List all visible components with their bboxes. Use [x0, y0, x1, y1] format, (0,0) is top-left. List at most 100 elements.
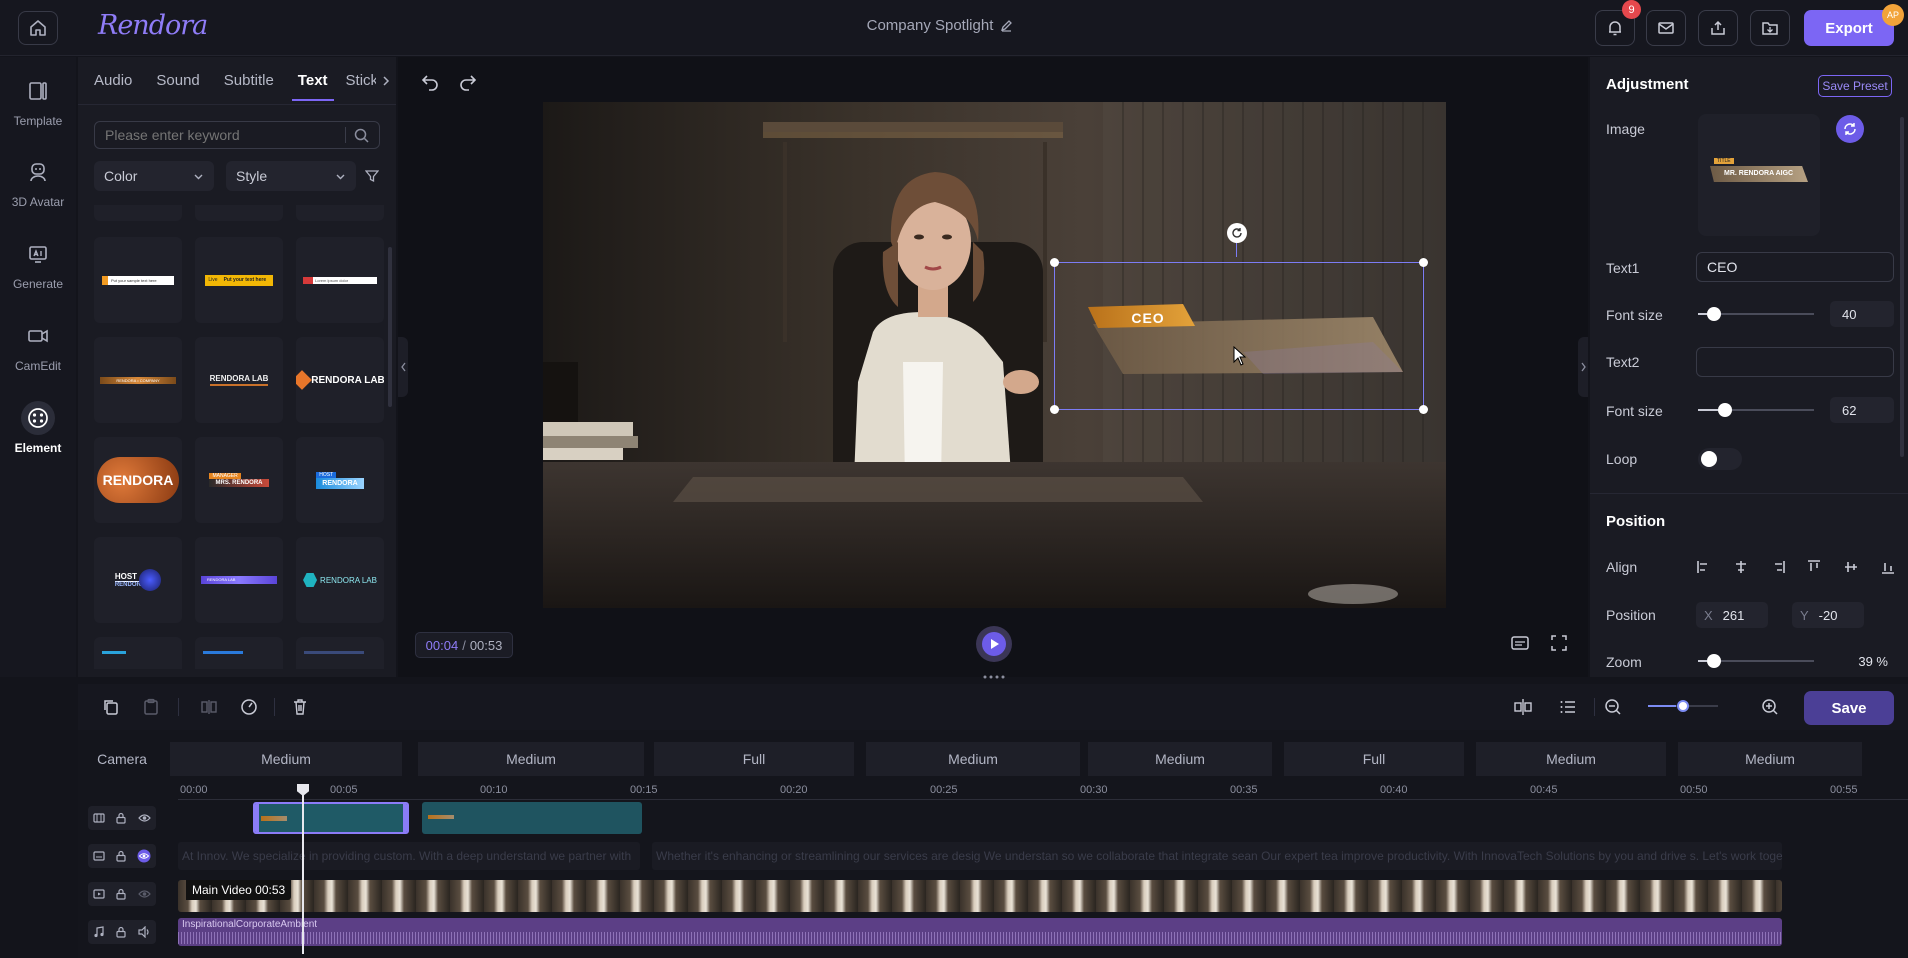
camera-shot[interactable]: Medium	[1088, 742, 1272, 776]
image-thumbnail[interactable]: TITLE MR. RENDORA AIGC	[1698, 114, 1820, 236]
text1-input[interactable]: CEO	[1696, 252, 1894, 282]
template-thumb-partial[interactable]	[195, 205, 283, 221]
resize-handle[interactable]	[1419, 258, 1428, 267]
snap-button[interactable]	[1508, 692, 1538, 722]
zoom-value[interactable]: 39 %	[1830, 649, 1894, 673]
messages-button[interactable]	[1646, 10, 1686, 46]
font-size2-value[interactable]: 62	[1830, 397, 1894, 423]
template-thumb[interactable]: RENDORA • COMPANY	[94, 337, 182, 423]
home-button[interactable]	[18, 11, 58, 45]
position-x-field[interactable]: X 261	[1696, 602, 1768, 628]
element-clip[interactable]	[422, 802, 642, 834]
share-button[interactable]	[1698, 10, 1738, 46]
rail-item-element[interactable]: Element	[0, 392, 76, 464]
template-thumb[interactable]: RENDORA LAB	[195, 337, 283, 423]
font-size1-value[interactable]: 40	[1830, 301, 1894, 327]
lock-icon[interactable]	[115, 926, 127, 938]
slider-knob[interactable]	[1717, 403, 1732, 417]
camera-shot[interactable]: Full	[654, 742, 854, 776]
template-thumb[interactable]: Live Put your text here	[195, 237, 283, 323]
element-clip-selected[interactable]	[253, 802, 409, 834]
project-title[interactable]: Company Spotlight	[780, 17, 1100, 34]
user-avatar[interactable]: AP	[1882, 4, 1904, 26]
font-size2-slider[interactable]	[1698, 402, 1814, 418]
time-ruler[interactable]: 00:00 00:05 00:10 00:15 00:20 00:25 00:3…	[178, 784, 1908, 800]
rail-item-3d-avatar[interactable]: 3D Avatar	[0, 146, 76, 218]
delete-button[interactable]	[285, 692, 315, 722]
camera-shot[interactable]: Medium	[170, 742, 402, 776]
collapse-left-handle[interactable]	[398, 337, 408, 397]
zoom-in-button[interactable]	[1755, 692, 1785, 722]
camera-shot[interactable]: Medium	[866, 742, 1080, 776]
export-button[interactable]: Export	[1804, 10, 1894, 46]
save-to-folder-button[interactable]	[1750, 10, 1790, 46]
align-right-icon[interactable]	[1770, 559, 1786, 575]
template-thumb[interactable]: RENDORA LAB	[195, 537, 283, 623]
rail-item-camedit[interactable]: CamEdit	[0, 310, 76, 382]
slider-knob[interactable]	[1677, 700, 1689, 712]
collapse-right-handle[interactable]	[1578, 337, 1588, 397]
camera-shot[interactable]: Full	[1284, 742, 1464, 776]
subtitle-clip[interactable]: Whether it's enhancing or streamlining o…	[652, 842, 1782, 870]
template-thumb-partial[interactable]	[195, 637, 283, 669]
resize-handle[interactable]	[1050, 405, 1059, 414]
color-filter-select[interactable]: Color	[94, 161, 214, 191]
template-thumb-partial[interactable]	[296, 205, 384, 221]
resize-grip-icon[interactable]	[983, 675, 1005, 679]
volume-icon[interactable]	[138, 926, 151, 938]
slider-knob[interactable]	[1707, 654, 1722, 668]
template-thumb[interactable]: Put your sample text here	[94, 237, 182, 323]
library-scrollbar[interactable]	[388, 247, 392, 407]
chevron-right-icon[interactable]	[380, 75, 392, 87]
template-thumb[interactable]: Lorem ipsum dolor	[296, 237, 384, 323]
timeline-zoom-slider[interactable]	[1648, 698, 1718, 714]
rotate-handle[interactable]	[1227, 223, 1247, 243]
font-size1-slider[interactable]	[1698, 306, 1814, 322]
tab-sticker[interactable]: Stick	[340, 57, 376, 105]
camera-shot[interactable]: Medium	[418, 742, 644, 776]
align-bottom-icon[interactable]	[1880, 559, 1896, 575]
template-thumb-partial[interactable]	[296, 637, 384, 669]
captions-icon[interactable]	[1510, 634, 1530, 652]
template-thumb[interactable]: RENDORA LAB	[296, 337, 384, 423]
camera-shot[interactable]: Medium	[1678, 742, 1862, 776]
align-middle-vertical-icon[interactable]	[1843, 559, 1859, 575]
tab-subtitle[interactable]: Subtitle	[212, 57, 286, 105]
filter-icon[interactable]	[365, 169, 379, 183]
camera-shot[interactable]: Medium	[1476, 742, 1666, 776]
align-top-icon[interactable]	[1806, 559, 1822, 575]
rail-item-template[interactable]: Template	[0, 65, 76, 137]
subtitle-clip[interactable]: At Innov. We specialize in providing cus…	[178, 842, 640, 870]
selection-box[interactable]	[1050, 223, 1428, 414]
tab-audio[interactable]: Audio	[78, 57, 144, 105]
track-list-button[interactable]	[1553, 692, 1583, 722]
replace-image-button[interactable]	[1836, 115, 1864, 143]
template-thumb[interactable]: RENDORA LAB	[296, 537, 384, 623]
video-preview[interactable]: CEO	[543, 102, 1446, 608]
paste-button[interactable]	[136, 692, 166, 722]
fullscreen-icon[interactable]	[1550, 634, 1568, 652]
main-video-clip[interactable]: Main Video 00:53	[178, 880, 1782, 912]
template-thumb[interactable]: HOST RENDORA	[94, 537, 182, 623]
split-button[interactable]	[194, 692, 224, 722]
template-thumb[interactable]: HOST RENDORA	[296, 437, 384, 523]
zoom-slider[interactable]	[1698, 653, 1814, 669]
lock-icon[interactable]	[115, 812, 127, 824]
lock-icon[interactable]	[115, 850, 127, 862]
save-preset-button[interactable]: Save Preset	[1818, 75, 1892, 97]
resize-handle[interactable]	[1050, 258, 1059, 267]
text2-input[interactable]	[1696, 347, 1894, 377]
redo-icon[interactable]	[458, 73, 478, 91]
rail-item-generate[interactable]: Generate	[0, 228, 76, 300]
loop-toggle[interactable]	[1698, 448, 1742, 470]
tab-text[interactable]: Text	[286, 57, 340, 105]
template-thumb[interactable]: MANAGER MRS. RENDORA	[195, 437, 283, 523]
zoom-out-button[interactable]	[1598, 692, 1628, 722]
play-button[interactable]	[976, 626, 1012, 662]
tab-sound[interactable]: Sound	[144, 57, 211, 105]
search-input[interactable]	[105, 127, 337, 143]
panel-scrollbar[interactable]	[1900, 117, 1904, 457]
position-y-field[interactable]: Y -20	[1792, 602, 1864, 628]
resize-handle[interactable]	[1419, 405, 1428, 414]
eye-icon[interactable]	[137, 888, 151, 900]
